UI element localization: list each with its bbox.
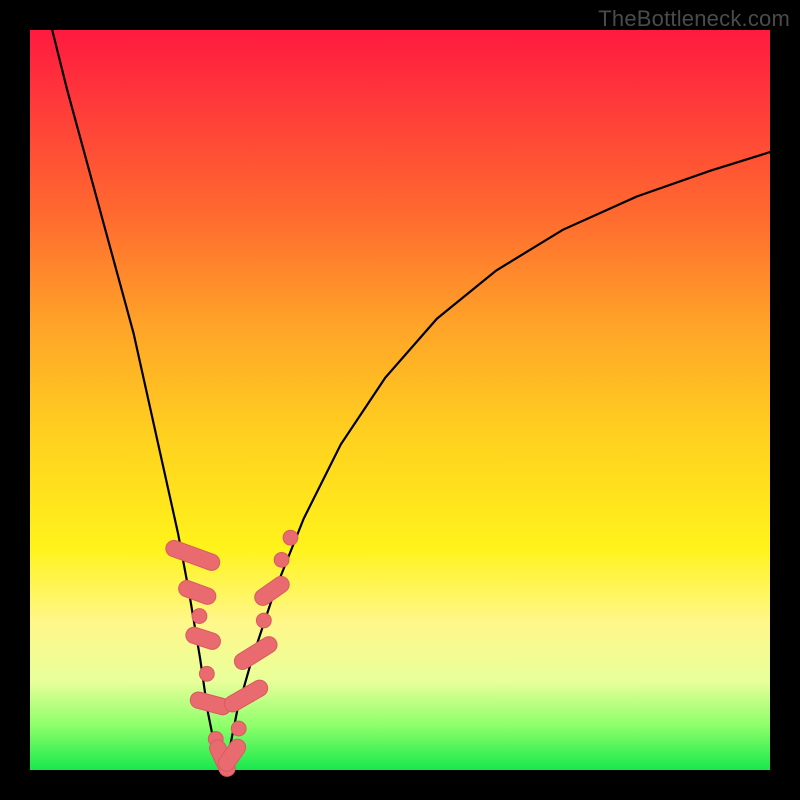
curve-marker	[283, 530, 298, 545]
curve-marker	[164, 538, 222, 573]
curve-marker	[231, 721, 246, 736]
curve-marker	[192, 609, 207, 624]
curve-marker	[184, 625, 223, 651]
chart-svg	[0, 0, 800, 800]
chart-frame: TheBottleneck.com	[0, 0, 800, 800]
watermark-text: TheBottleneck.com	[598, 6, 790, 32]
curve-marker	[256, 613, 271, 628]
curve-marker	[274, 552, 289, 567]
curve-marker	[199, 666, 214, 681]
curve-marker	[231, 634, 280, 673]
curve-marker	[176, 578, 218, 606]
bottleneck-curve	[52, 30, 770, 763]
curve-marker	[252, 573, 293, 608]
